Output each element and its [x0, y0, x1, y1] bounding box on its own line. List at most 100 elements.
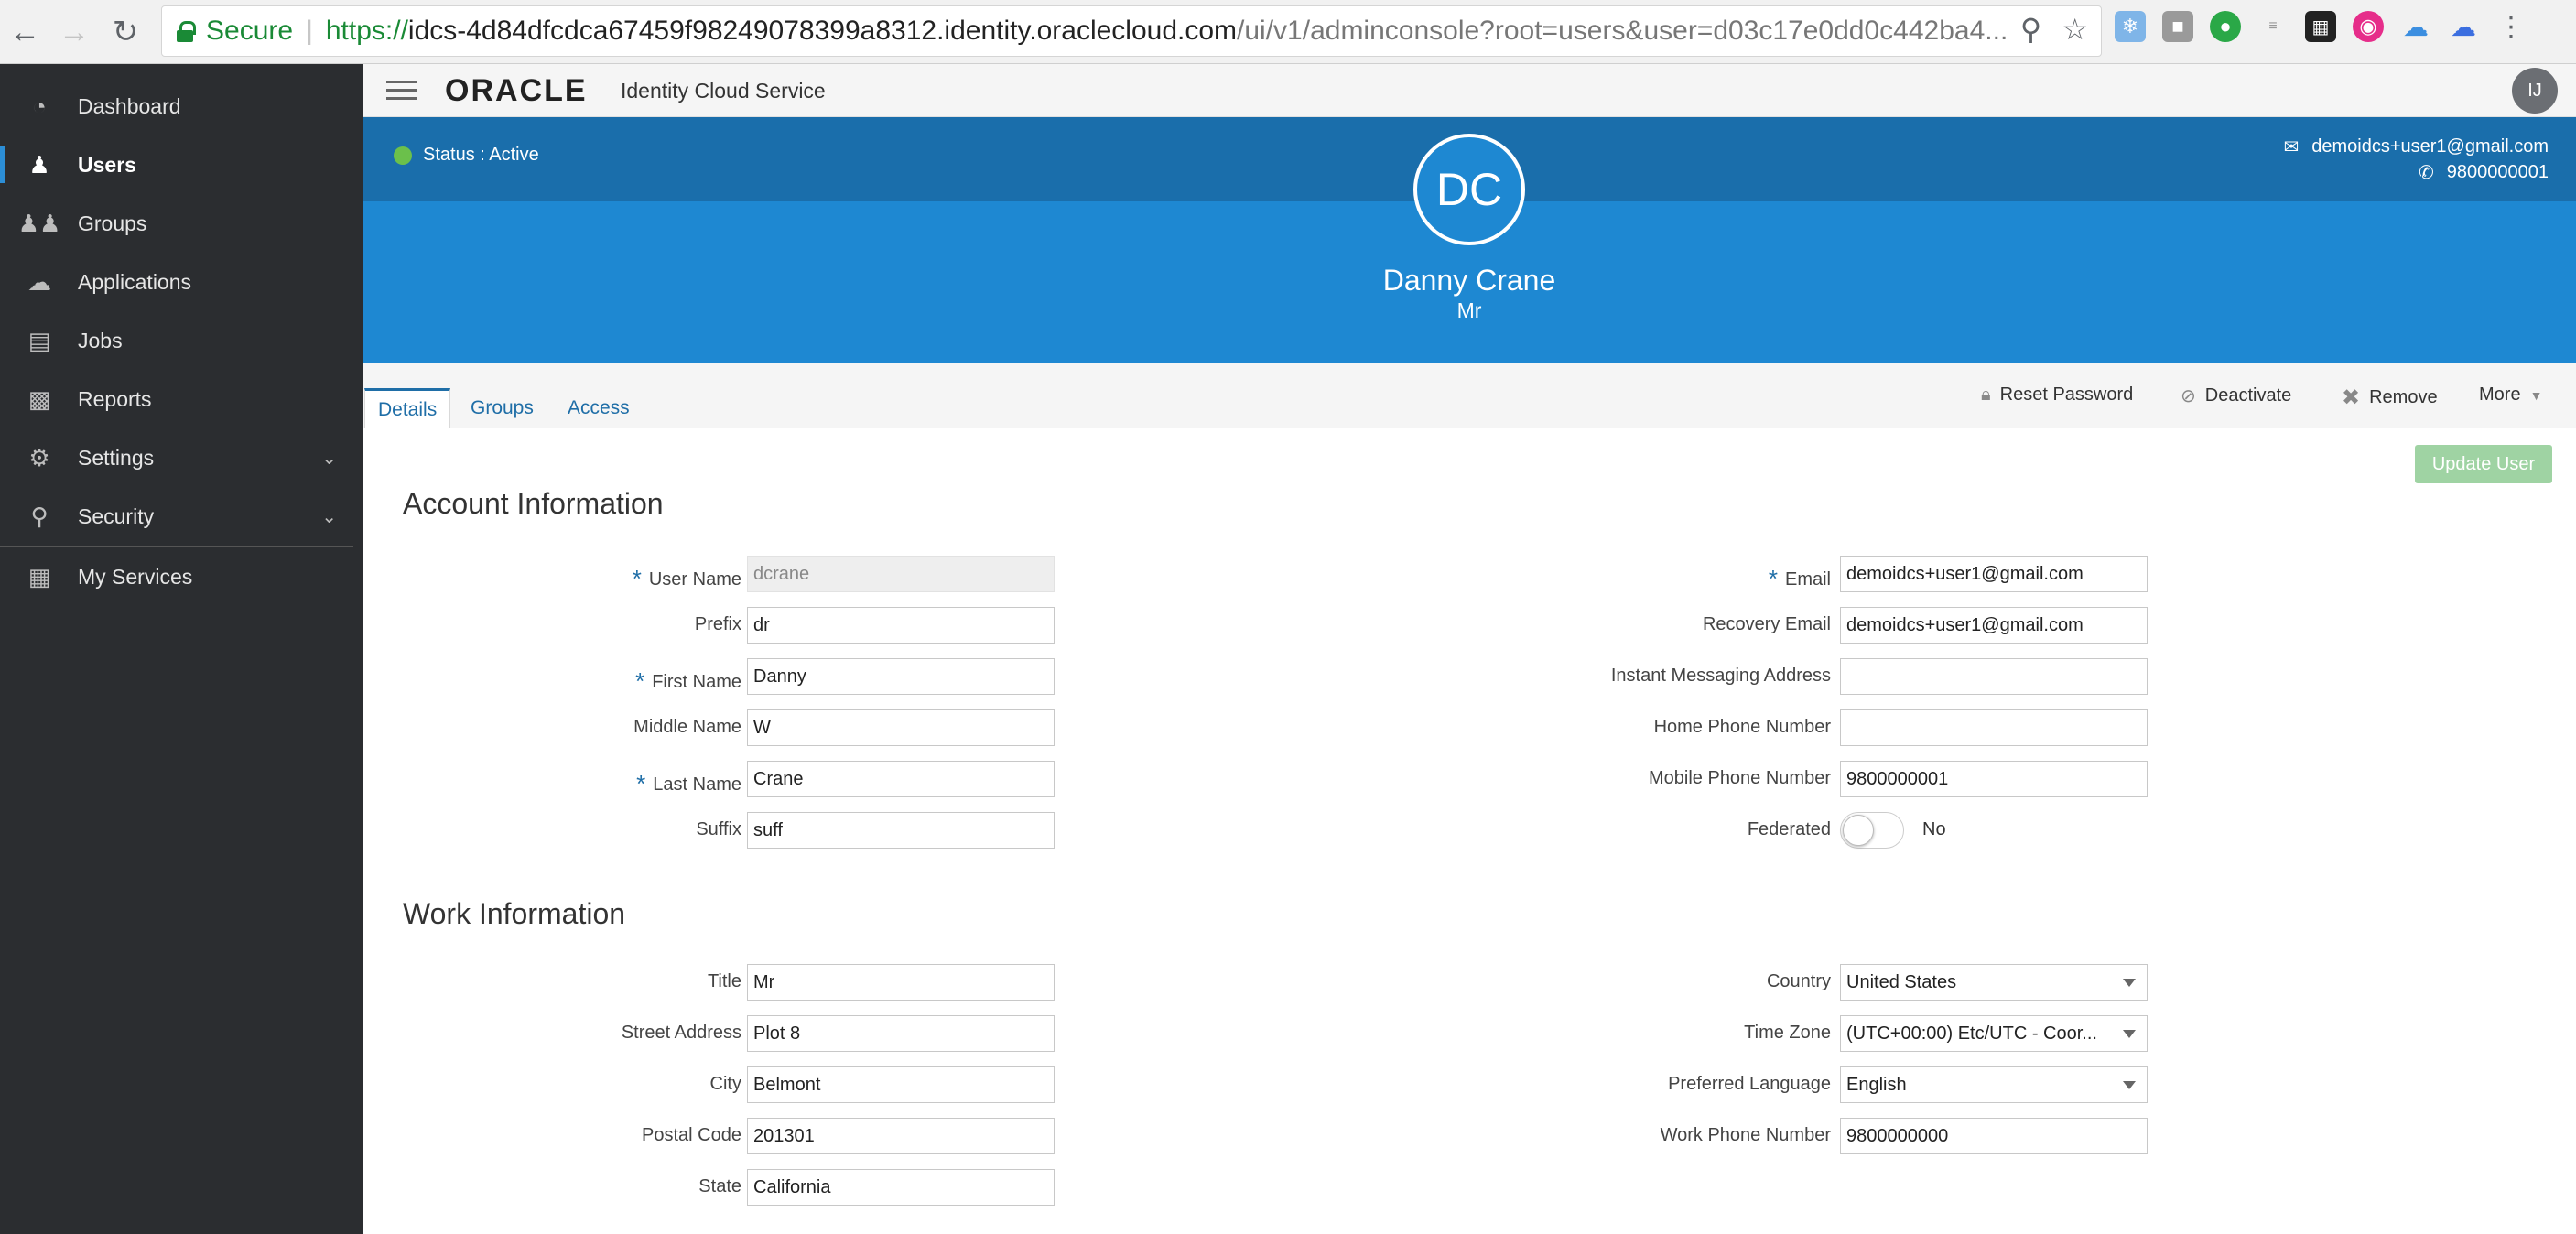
contact-email: ✉ demoidcs+user1@gmail.com	[2283, 135, 2549, 158]
title-field[interactable]	[747, 964, 1055, 1001]
mobile-phone-label-row: Mobile Phone Number	[1465, 761, 1831, 797]
back-icon[interactable]: ←	[2, 9, 48, 55]
sidebar-item-applications[interactable]: ☁ Applications	[0, 253, 363, 311]
postal-code-field[interactable]	[747, 1118, 1055, 1154]
home-phone-field[interactable]	[1840, 709, 2148, 746]
hamburger-menu-icon[interactable]	[386, 81, 417, 101]
email-field[interactable]	[1840, 556, 2148, 592]
preferred-language-select[interactable]: English	[1840, 1066, 2148, 1103]
reset-password-button[interactable]: 🔒︎ Reset Password	[1981, 384, 2133, 406]
sidebar-item-users[interactable]: ♟ Users	[0, 135, 363, 194]
deactivate-button[interactable]: ⊘ Deactivate	[2181, 384, 2291, 407]
more-label: More	[2479, 384, 2521, 405]
user-icon: ♟	[28, 150, 50, 179]
grid-icon: ▦	[27, 562, 51, 590]
reset-password-label: Reset Password	[1999, 384, 2134, 405]
browser-menu-icon[interactable]: ⋮	[2495, 11, 2527, 42]
snowflake-extension-icon[interactable]: ❄	[2115, 11, 2146, 42]
lock-icon	[177, 21, 196, 42]
required-asterisk: *	[1768, 565, 1778, 592]
oracle-logo: ORACLE	[445, 73, 588, 108]
recovery-email-label: Recovery Email	[1702, 614, 1831, 634]
mobile-phone-field[interactable]	[1840, 761, 2148, 797]
status-text: Status : Active	[423, 145, 539, 165]
text-extension-icon[interactable]: ≡	[2257, 11, 2289, 42]
caret-down-icon: ▼	[2529, 387, 2543, 403]
postal-code-label-row: Postal Code	[366, 1118, 741, 1154]
jobs-icon: ▤	[27, 326, 51, 354]
remove-label: Remove	[2369, 387, 2438, 407]
app-header: ORACLE Identity Cloud Service IJ	[363, 64, 2576, 117]
key-icon: ⚲	[30, 502, 49, 530]
tab-details[interactable]: Details	[364, 388, 451, 428]
apps-grid-extension-icon[interactable]: ▦	[2305, 11, 2336, 42]
zoom-icon[interactable]: ⚲	[2020, 12, 2041, 47]
profile-banner: Status : Active ✉ demoidcs+user1@gmail.c…	[363, 117, 2576, 363]
mobile-phone-label: Mobile Phone Number	[1649, 768, 1831, 788]
forward-icon[interactable]: →	[51, 9, 97, 55]
sidebar-item-groups[interactable]: ♟♟ Groups	[0, 194, 363, 253]
federated-label-row: Federated	[1465, 812, 1831, 849]
eye-extension-icon[interactable]: ◉	[2353, 11, 2384, 42]
street-address-field[interactable]	[747, 1015, 1055, 1052]
sidebar-item-my-services[interactable]: ▦ My Services	[0, 547, 363, 606]
im-address-field[interactable]	[1840, 658, 2148, 695]
preferred-language-label: Preferred Language	[1668, 1074, 1831, 1094]
sidebar-item-settings[interactable]: ⚙ Settings ⌄	[0, 428, 363, 487]
profile-initials-avatar: DC	[1413, 134, 1525, 245]
cloud-download-extension-icon[interactable]: ☁	[2400, 11, 2431, 42]
tab-groups[interactable]: Groups	[458, 388, 547, 428]
square-extension-icon[interactable]: ■	[2162, 11, 2193, 42]
status-dot-icon	[394, 146, 412, 165]
suffix-label-row: Suffix	[366, 812, 741, 849]
work-phone-field[interactable]	[1840, 1118, 2148, 1154]
sidebar-item-reports[interactable]: ▩ Reports	[0, 370, 363, 428]
remove-button[interactable]: ✖ Remove	[2342, 384, 2438, 411]
prefix-field[interactable]	[747, 607, 1055, 644]
sidebar-item-label: Groups	[78, 211, 147, 235]
recovery-email-field[interactable]	[1840, 607, 2148, 644]
secure-label: Secure	[206, 16, 294, 46]
required-asterisk: *	[632, 565, 642, 592]
email-label: * Email	[1768, 565, 1831, 592]
update-user-button[interactable]: Update User	[2415, 445, 2552, 483]
dashboard-icon: ◔	[32, 92, 47, 120]
last-name-field[interactable]	[747, 761, 1055, 797]
more-menu-button[interactable]: More ▼	[2479, 384, 2542, 406]
city-label-row: City	[366, 1066, 741, 1103]
postal-code-label: Postal Code	[642, 1125, 741, 1145]
ban-icon: ⊘	[2181, 386, 2196, 406]
sidebar-item-security[interactable]: ⚲ Security ⌄	[0, 487, 363, 546]
bookmark-star-icon[interactable]: ☆	[2062, 12, 2088, 47]
first-name-field[interactable]	[747, 658, 1055, 695]
envelope-icon: ✉	[2283, 137, 2300, 157]
caret-down-icon	[2123, 1081, 2136, 1089]
tab-access[interactable]: Access	[555, 388, 643, 428]
city-field[interactable]	[747, 1066, 1055, 1103]
user-name-field[interactable]	[747, 556, 1055, 592]
address-bar[interactable]: Secure | https://idcs-4d84dfcdca67459f98…	[161, 5, 2102, 57]
first-name-label-row: * First Name	[366, 658, 741, 695]
state-field[interactable]	[747, 1169, 1055, 1206]
federated-toggle[interactable]	[1840, 812, 1904, 849]
reload-icon[interactable]: ↻	[103, 9, 148, 55]
suffix-field[interactable]	[747, 812, 1055, 849]
state-label-row: State	[366, 1169, 741, 1206]
last-name-label: * Last Name	[636, 770, 741, 797]
sidebar: ◔ Dashboard ♟ Users ♟♟ Groups ☁ Applicat…	[0, 64, 363, 1234]
middle-name-field[interactable]	[747, 709, 1055, 746]
cloud-extension-icon[interactable]: ☁	[2448, 11, 2479, 42]
email-label-row: * Email	[1465, 556, 1831, 592]
chevron-down-icon: ⌄	[321, 506, 337, 527]
contact-email-text: demoidcs+user1@gmail.com	[2311, 136, 2549, 157]
time-zone-select[interactable]: (UTC+00:00) Etc/UTC - Coor...	[1840, 1015, 2148, 1052]
required-asterisk: *	[635, 667, 645, 695]
required-asterisk: *	[636, 770, 646, 797]
account-information-heading: Account Information	[403, 487, 664, 520]
sidebar-item-jobs[interactable]: ▤ Jobs	[0, 311, 363, 370]
green-circle-extension-icon[interactable]: ●	[2210, 11, 2241, 42]
country-select[interactable]: United States	[1840, 964, 2148, 1001]
sidebar-item-dashboard[interactable]: ◔ Dashboard	[0, 77, 363, 135]
prefix-label: Prefix	[694, 614, 741, 634]
user-avatar[interactable]: IJ	[2512, 68, 2558, 114]
